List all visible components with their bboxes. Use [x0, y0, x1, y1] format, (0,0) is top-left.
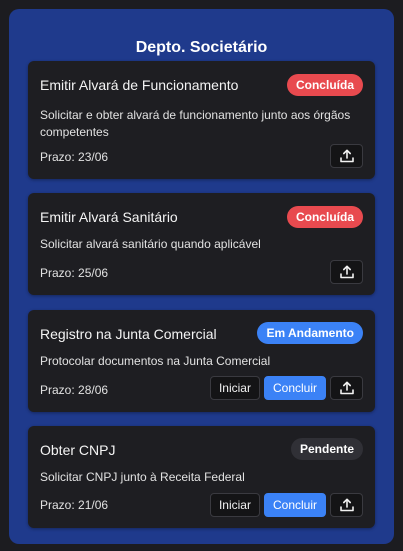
- upload-button[interactable]: [330, 144, 363, 168]
- start-button[interactable]: Iniciar: [209, 376, 260, 400]
- task-deadline: Prazo: 28/06: [40, 383, 109, 397]
- task-title: Emitir Alvará Sanitário: [40, 209, 178, 225]
- start-button[interactable]: Iniciar: [209, 493, 260, 517]
- upload-icon: [339, 265, 354, 279]
- upload-icon: [339, 149, 354, 163]
- status-badge: Pendente: [290, 438, 363, 460]
- task-card-alvara-funcionamento: Emitir Alvará de Funcionamento Concluída…: [28, 61, 375, 179]
- task-description: Protocolar documentos na Junta Comercial: [40, 354, 271, 368]
- task-title: Emitir Alvará de Funcionamento: [40, 77, 239, 93]
- task-deadline: Prazo: 21/06: [40, 498, 109, 512]
- upload-icon: [339, 498, 354, 512]
- complete-button[interactable]: Concluir: [263, 493, 326, 517]
- task-card-junta-comercial: Registro na Junta Comercial Em Andamento…: [28, 310, 375, 412]
- upload-button[interactable]: [330, 260, 363, 284]
- task-title: Obter CNPJ: [40, 442, 116, 458]
- task-description: Solicitar e obter alvará de funcionament…: [40, 108, 351, 139]
- status-badge: Concluída: [286, 74, 363, 96]
- upload-button[interactable]: [330, 376, 363, 400]
- complete-button[interactable]: Concluir: [263, 376, 326, 400]
- task-title: Registro na Junta Comercial: [40, 326, 217, 342]
- upload-button[interactable]: [330, 493, 363, 517]
- upload-icon: [339, 381, 354, 395]
- task-card-cnpj: Obter CNPJ Pendente Solicitar CNPJ junto…: [28, 426, 375, 528]
- task-card-alvara-sanitario: Emitir Alvará Sanitário Concluída Solici…: [28, 193, 375, 295]
- task-deadline: Prazo: 25/06: [40, 266, 109, 280]
- panel-title: Depto. Societário: [135, 39, 268, 56]
- task-description: Solicitar alvará sanitário quando aplicá…: [40, 237, 261, 251]
- task-description: Solicitar CNPJ junto à Receita Federal: [40, 470, 245, 484]
- task-deadline: Prazo: 23/06: [40, 150, 109, 164]
- status-badge: Em Andamento: [257, 322, 363, 344]
- status-badge: Concluída: [286, 206, 363, 228]
